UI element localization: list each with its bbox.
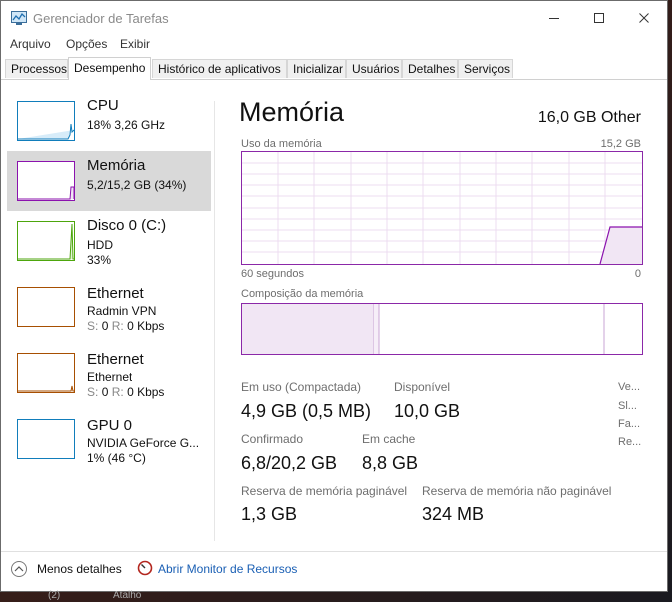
ethernet-radmin-label: Ethernet [87, 285, 144, 302]
disk-usage: 33% [87, 253, 112, 267]
memory-label: Memória [87, 157, 146, 174]
memory-usage-graph [241, 151, 643, 265]
sidebar-item-cpu[interactable]: CPU 18% 3,26 GHz [7, 91, 211, 151]
disk-mini-graph [17, 221, 75, 261]
reserved-label-truncated: Re... [618, 436, 642, 448]
tab-processos[interactable]: Processos [5, 59, 68, 78]
cached-value: 8,8 GB [362, 453, 419, 473]
menu-opcoes[interactable]: Opções [66, 37, 107, 51]
close-button[interactable] [621, 1, 667, 35]
tab-historico[interactable]: Histórico de aplicativos [152, 59, 287, 78]
menu-bar: Arquivo Opções Exibir [1, 35, 667, 53]
nonpaged-pool-value: 324 MB [422, 504, 485, 524]
committed-label: Confirmado [241, 432, 304, 446]
chevron-up-icon [14, 566, 24, 572]
committed-value: 6,8/20,2 GB [241, 453, 338, 473]
taskbar-shortcut[interactable]: Atalho [113, 590, 141, 601]
usage-graph-max: 15,2 GB [600, 138, 641, 150]
available-value: 10,0 GB [394, 401, 461, 421]
available-label: Disponível [394, 380, 451, 394]
in-use-label: Em uso (Compactada) [241, 380, 362, 394]
task-manager-app-icon [11, 11, 27, 25]
disk-type: HDD [87, 238, 113, 252]
in-use-value: 4,9 GB (0,5 MB) [241, 401, 372, 421]
fewer-details-button[interactable]: Menos detalhes [37, 562, 122, 576]
paged-pool-label: Reserva de memória paginável [241, 484, 408, 498]
tab-usuarios[interactable]: Usuários [346, 59, 402, 78]
footer: Menos detalhes Abrir Monitor de Recursos [1, 551, 667, 591]
minimize-icon [549, 18, 559, 19]
cpu-usage: 18% 3,26 GHz [87, 118, 166, 132]
ethernet-throughput: S: 0 R: 0 Kbps [87, 385, 165, 399]
nonpaged-pool-label: Reserva de memória não paginável [422, 484, 612, 498]
window-title: Gerenciador de Tarefas [33, 11, 169, 26]
slots-label-truncated: Sl... [618, 400, 637, 412]
tab-desempenho[interactable]: Desempenho [68, 57, 151, 80]
taskbar-item-count[interactable]: (2) [48, 590, 60, 601]
paged-pool-value: 1,3 GB [241, 504, 298, 524]
taskbar-strip: (2) Atalho [0, 590, 672, 602]
tab-bar: Processos Desempenho Histórico de aplica… [1, 57, 667, 80]
cpu-label: CPU [87, 97, 119, 114]
composition-label: Composição da memória [241, 288, 364, 300]
menu-arquivo[interactable]: Arquivo [10, 37, 51, 51]
task-manager-window: Gerenciador de Tarefas Arquivo Opções Ex… [0, 0, 668, 592]
close-icon [639, 13, 649, 23]
memory-usage: 5,2/15,2 GB (34%) [87, 178, 187, 192]
tab-detalhes[interactable]: Detalhes [402, 59, 458, 78]
gpu-mini-graph [17, 419, 75, 459]
gpu-usage: 1% (46 °C) [87, 451, 146, 465]
cached-label: Em cache [362, 432, 416, 446]
sidebar-item-ethernet[interactable]: Ethernet Ethernet S: 0 R: 0 Kbps [7, 343, 211, 403]
gpu-label: GPU 0 [87, 417, 133, 434]
tab-servicos[interactable]: Serviços [458, 59, 513, 78]
ethernet-radmin-mini-graph [17, 287, 75, 327]
ethernet-radmin-adapter: Radmin VPN [87, 304, 157, 318]
usage-graph-label: Uso da memória [241, 138, 322, 150]
menu-exibir[interactable]: Exibir [120, 37, 150, 51]
maximize-button[interactable] [576, 1, 622, 35]
memory-composition-bar [241, 303, 643, 355]
memory-total: 16,0 GB Other [537, 109, 641, 126]
resource-monitor-icon [137, 560, 153, 576]
ethernet-label: Ethernet [87, 351, 144, 368]
maximize-icon [594, 13, 604, 23]
page-title: Memória [239, 97, 345, 127]
sidebar-item-memoria[interactable]: Memória 5,2/15,2 GB (34%) [7, 151, 211, 211]
form-factor-label-truncated: Fa... [618, 418, 641, 430]
time-axis-right: 0 [634, 268, 641, 280]
ethernet-radmin-throughput: S: 0 R: 0 Kbps [87, 319, 165, 333]
sidebar-item-gpu[interactable]: GPU 0 NVIDIA GeForce G... 1% (46 °C) [7, 409, 211, 469]
ethernet-adapter: Ethernet [87, 370, 133, 384]
tab-inicializar[interactable]: Inicializar [287, 59, 346, 78]
disk-label: Disco 0 (C:) [87, 217, 167, 234]
memory-mini-graph [17, 161, 75, 201]
minimize-button[interactable] [531, 1, 577, 35]
ethernet-mini-graph [17, 353, 75, 393]
fewer-details-toggle[interactable] [11, 561, 27, 577]
speed-label-truncated: Ve... [618, 381, 641, 393]
gpu-model: NVIDIA GeForce G... [87, 436, 200, 450]
title-bar: Gerenciador de Tarefas [1, 1, 667, 35]
open-resource-monitor-link[interactable]: Abrir Monitor de Recursos [158, 562, 297, 576]
cpu-mini-graph [17, 101, 75, 141]
time-axis-left: 60 segundos [241, 268, 304, 280]
panel-divider [214, 101, 215, 541]
sidebar-item-ethernet-radmin[interactable]: Ethernet Radmin VPN S: 0 R: 0 Kbps [7, 277, 211, 337]
sidebar-item-disco[interactable]: Disco 0 (C:) HDD 33% [7, 211, 211, 271]
